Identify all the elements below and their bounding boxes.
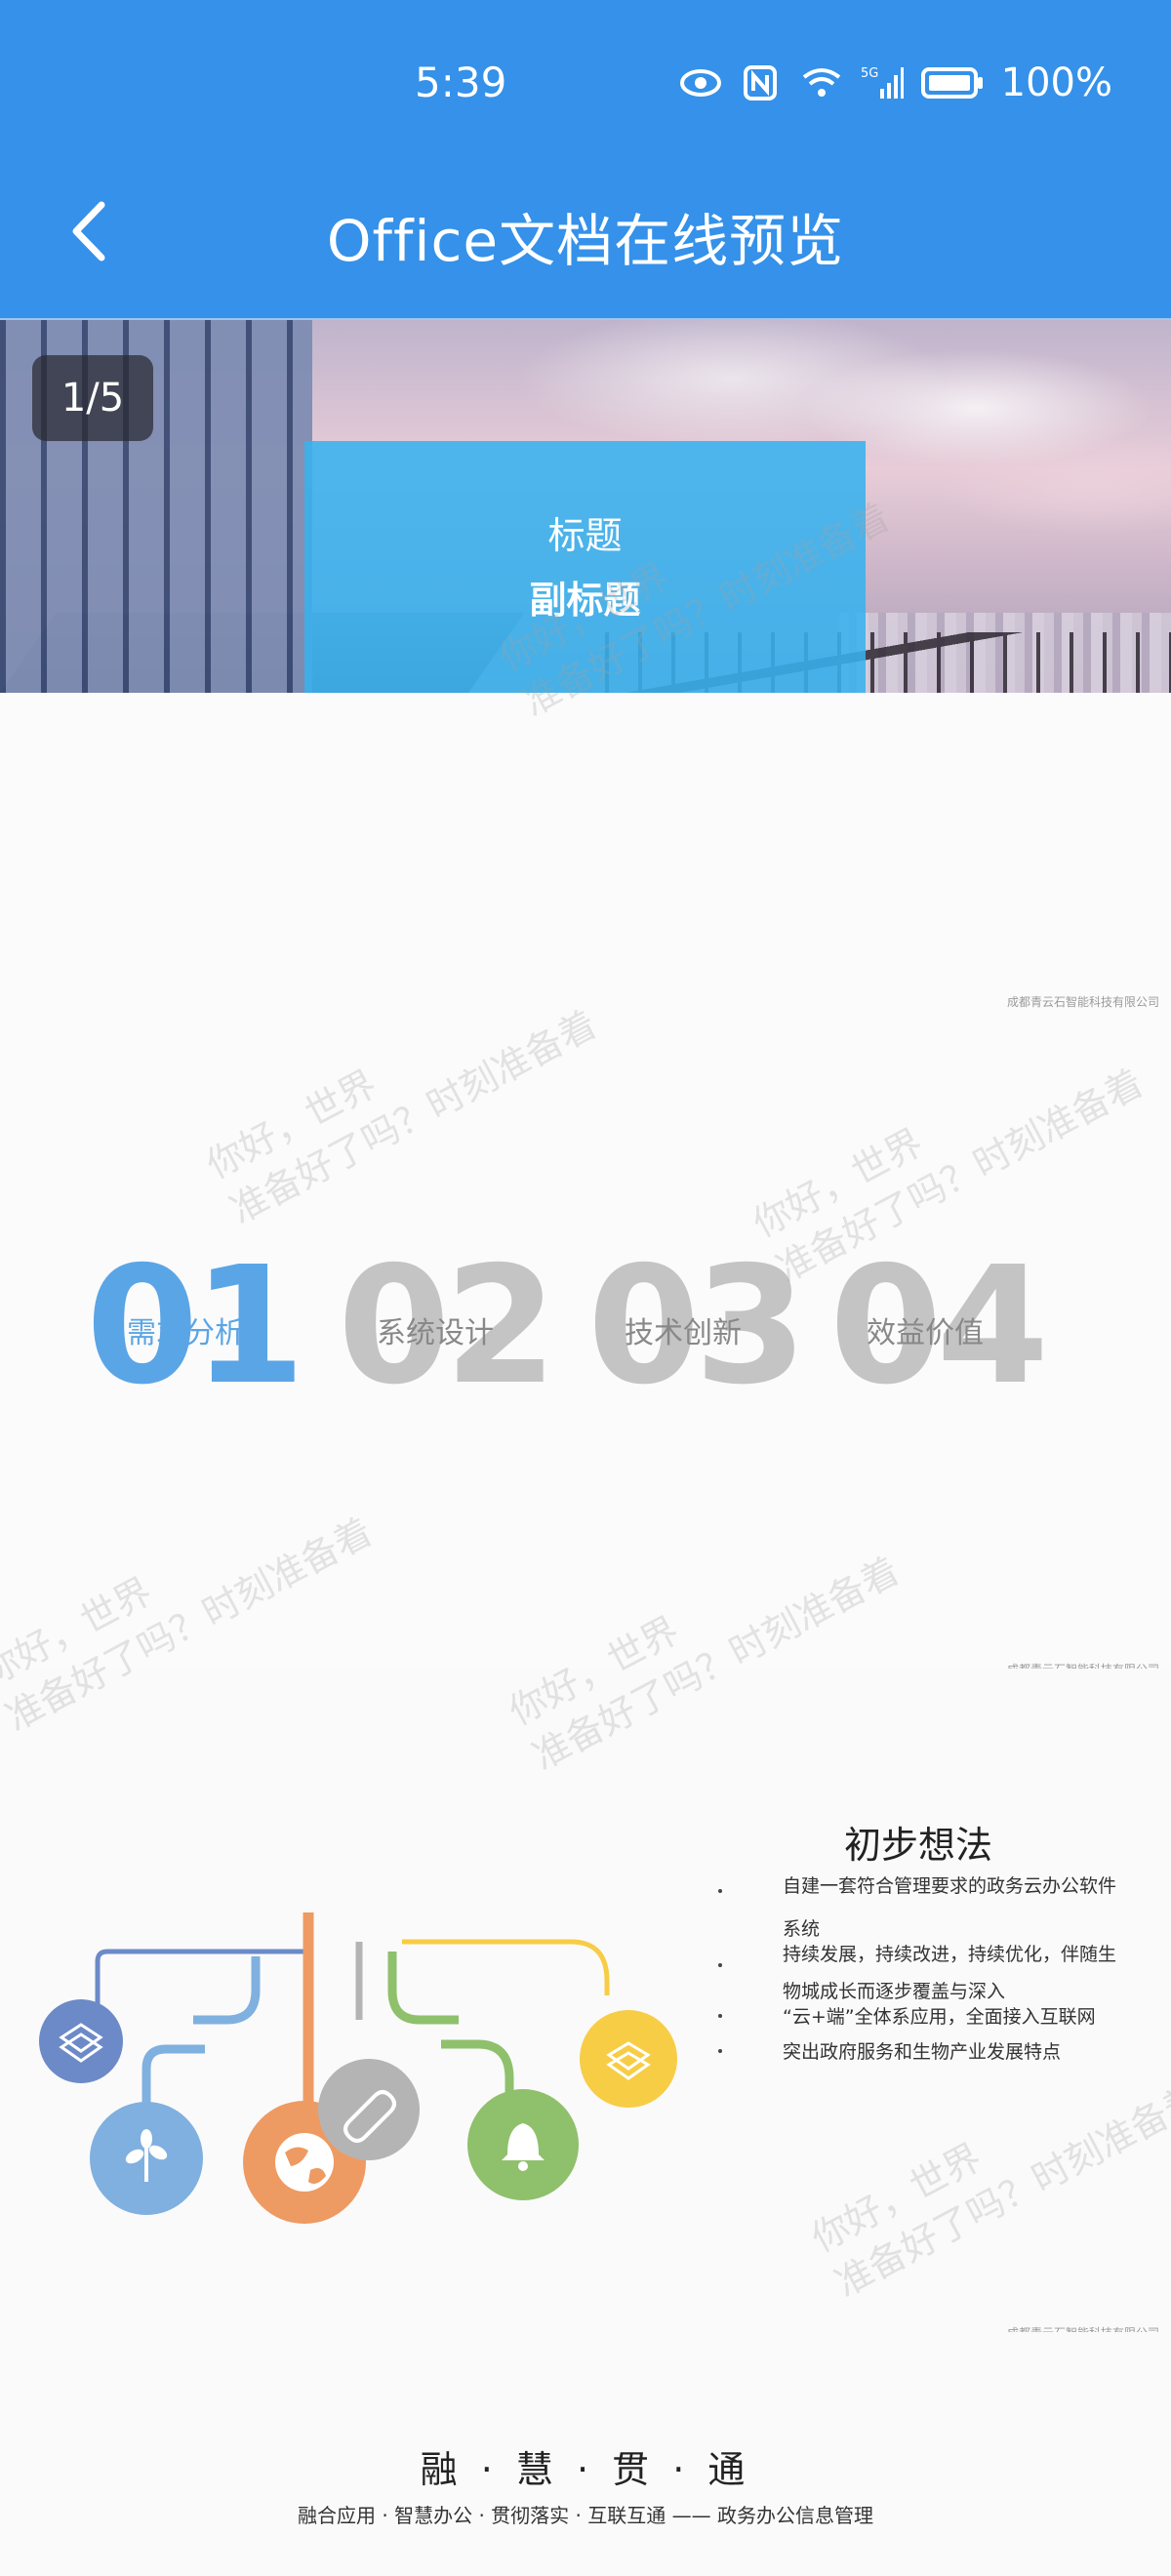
bullet-text: 自建一套符合管理要求的政务云办公软件 — [783, 1875, 1117, 1897]
slide-4-subtitle: 融合应用 · 智慧办公 · 贯彻落实 · 互联互通 —— 政务办公信息管理 — [298, 2504, 873, 2527]
title-box: 标题 副标题 — [304, 441, 866, 693]
status-bar: 5:39 5G 100% — [0, 0, 1171, 176]
list-item: 持续发展，持续改进，持续优化，伴随生 — [718, 1942, 1167, 1967]
slide-title: 标题 — [547, 514, 623, 557]
wifi-icon — [802, 68, 840, 97]
eye-icon — [679, 69, 721, 97]
slide-4-title: 融 · 慧 · 贯 · 通 — [420, 2448, 751, 2491]
idea-tree-diagram — [39, 1912, 677, 2224]
bullet-text: “云+端”全体系应用，全面接入互联网 — [783, 2006, 1096, 2028]
list-item: “云+端”全体系应用，全面接入互联网 — [718, 2004, 1167, 2030]
step-label: 效益价值 — [867, 1316, 984, 1350]
svg-text:5G: 5G — [861, 66, 878, 81]
battery-icon — [920, 67, 983, 99]
bullet-text: 持续发展，持续改进，持续优化，伴随生 — [783, 1944, 1117, 1965]
company-tag: 成都青云石智能科技有限公司 — [1006, 995, 1159, 1009]
bullet-text: 突出政府服务和生物产业发展特点 — [783, 2041, 1062, 2063]
list-item: 物城成长而逐步覆盖与深入 — [718, 1979, 1167, 2004]
step-label: 系统设计 — [377, 1316, 494, 1350]
step-label: 技术创新 — [625, 1316, 742, 1350]
page-counter: 1/5 — [32, 355, 153, 441]
bullet-text: 系统 — [783, 1918, 821, 1940]
nfc-icon — [743, 65, 777, 101]
list-item: 突出政府服务和生物产业发展特点 — [718, 2039, 1167, 2065]
idea-bullet-list: 自建一套符合管理要求的政务云办公软件 系统 持续发展，持续改进，持续优化，伴随生… — [718, 1873, 1167, 2065]
slide-1[interactable]: 标题 副标题 1/5 — [0, 320, 1171, 693]
slide-3[interactable]: 初步想法 自建一套符合管理要求的政务云办公软件 系统 持续发展，持续改进，持续优… — [0, 1669, 1171, 2340]
bullet-text: 物城成长而逐步覆盖与深入 — [783, 1981, 1006, 2002]
idea-title: 初步想法 — [844, 1824, 993, 1867]
app-bar: Office文档在线预览 — [0, 176, 1171, 320]
battery-percent: 100% — [1000, 60, 1112, 105]
step-label: 需求分析 — [127, 1316, 244, 1350]
slide-subtitle: 副标题 — [529, 579, 641, 622]
page-title: Office文档在线预览 — [326, 208, 845, 274]
slide-2[interactable]: 成都青云石智能科技有限公司 01 需求分析 02 系统设计 03 技术创新 04… — [0, 693, 1171, 1676]
signal-5g-icon: 5G — [861, 66, 904, 99]
slide-4[interactable]: 融 · 慧 · 贯 · 通 融合应用 · 智慧办公 · 贯彻落实 · 互联互通 … — [0, 2332, 1171, 2576]
list-item: 自建一套符合管理要求的政务云办公软件 — [718, 1873, 1167, 1899]
list-item: 系统 — [718, 1916, 1167, 1942]
status-time: 5:39 — [415, 59, 507, 106]
globe-icon — [275, 2133, 334, 2192]
codepen-icon-circle — [39, 1999, 123, 2083]
status-icons: 5G 100% — [679, 60, 1112, 105]
